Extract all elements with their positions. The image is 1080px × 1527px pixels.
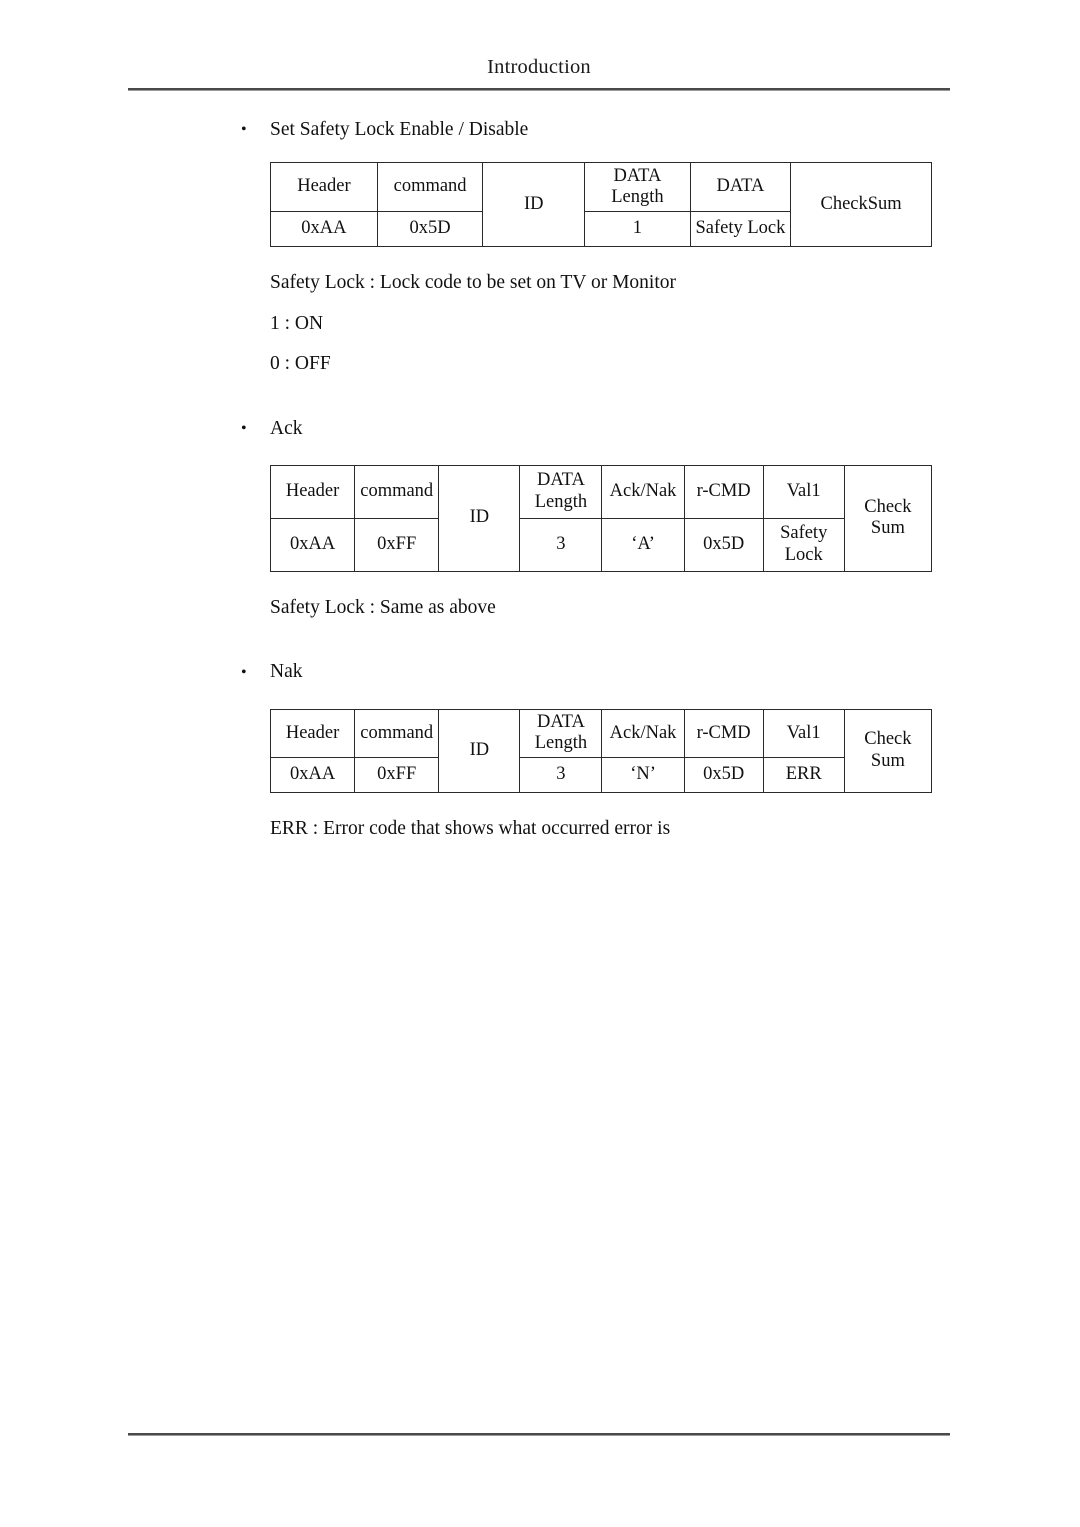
cell-val1-label: Val1: [762, 464, 845, 519]
bullet-label: Ack: [270, 417, 303, 439]
cell-ack-nak-label: Ack/Nak: [601, 464, 685, 519]
cell-header-label: Header: [269, 464, 356, 519]
bullet-icon: •: [241, 663, 247, 681]
note-safety-lock-same-as-above: Safety Lock : Same as above: [270, 596, 496, 618]
page-header: Introduction: [128, 56, 950, 91]
cell-data-length-label: DATA Length: [519, 464, 603, 519]
cell-rcmd-value: 0x5D: [683, 757, 764, 794]
bullet-icon: •: [241, 121, 247, 139]
cell-header-label: Header: [270, 162, 378, 213]
cell-val1-value: Safety Lock: [762, 517, 845, 572]
table-row: Header command ID DATA Length DATA Check…: [270, 162, 932, 248]
cell-header-label: Header: [269, 708, 356, 759]
cell-command-value: 0xFF: [354, 757, 440, 794]
cell-ack-nak-value: ‘N’: [601, 757, 685, 794]
bullet-label: Set Safety Lock Enable / Disable: [270, 119, 529, 140]
cell-header-value: 0xAA: [270, 211, 378, 248]
header-divider: [128, 87, 950, 91]
cell-header-value: 0xAA: [269, 517, 356, 572]
table-row: 0xAA 0xFF 3 ‘N’ 0x5D ERR: [269, 757, 932, 794]
cell-rcmd-value: 0x5D: [683, 517, 764, 572]
page-title: Introduction: [487, 56, 591, 78]
bullet-label: Nak: [270, 661, 303, 683]
cell-command-value: 0x5D: [376, 211, 484, 248]
note-value-on: 1 : ON: [270, 312, 324, 334]
cell-data-length-value: 3: [519, 757, 603, 794]
bullet-ack: • Ack: [0, 417, 1080, 441]
cell-checksum-label: Check Sum: [843, 708, 933, 794]
cell-id-label: ID: [438, 464, 521, 572]
cell-ack-nak-label: Ack/Nak: [601, 708, 685, 759]
cell-ack-nak-value: ‘A’: [601, 517, 685, 572]
table-row: Header command ID DATA Length Ack/Nak r-…: [269, 464, 933, 572]
footer-divider: [128, 1433, 950, 1436]
cell-data-length-value: 3: [519, 517, 603, 572]
cell-data-length-label: DATA Length: [584, 162, 691, 213]
cell-val1-label: Val1: [762, 708, 845, 759]
note-err-definition: ERR : Error code that shows what occurre…: [270, 818, 671, 840]
table-ack: Header command ID DATA Length Ack/Nak r-…: [269, 464, 933, 572]
cell-data-value: Safety Lock: [689, 211, 792, 248]
bullet-set-safety-lock: • Set Safety Lock Enable / Disable: [0, 118, 1080, 142]
bullet-nak: • Nak: [0, 660, 1080, 684]
cell-checksum-label: CheckSum: [790, 162, 932, 248]
cell-checksum-label: Check Sum: [843, 464, 933, 572]
cell-command-label: command: [354, 464, 440, 519]
cell-id-label: ID: [482, 162, 586, 248]
cell-data-length-label: DATA Length: [519, 708, 603, 759]
cell-id-label: ID: [438, 708, 521, 794]
table-nak: Header command ID DATA Length Ack/Nak r-…: [269, 708, 933, 794]
cell-data-length-value: 1: [584, 211, 691, 248]
table-row: Header command ID DATA Length Ack/Nak r-…: [269, 708, 933, 794]
cell-command-label: command: [354, 708, 440, 759]
table-row: 0xAA 0xFF 3 ‘A’ 0x5D Safety Lock: [269, 517, 932, 572]
page-content: • Set Safety Lock Enable / Disable Heade…: [0, 118, 1080, 842]
note-value-off: 0 : OFF: [270, 353, 331, 375]
bullet-icon: •: [241, 419, 247, 437]
cell-val1-value: ERR: [762, 757, 845, 794]
cell-command-value: 0xFF: [354, 517, 440, 572]
cell-command-label: command: [376, 162, 484, 213]
cell-data-label: DATA: [689, 162, 792, 213]
cell-rcmd-label: r-CMD: [683, 464, 764, 519]
cell-rcmd-label: r-CMD: [683, 708, 764, 759]
cell-header-value: 0xAA: [269, 757, 356, 794]
table-set-safety-lock: Header command ID DATA Length DATA Check…: [270, 162, 932, 248]
note-safety-lock-definition: Safety Lock : Lock code to be set on TV …: [270, 272, 676, 294]
document-page: Introduction • Set Safety Lock Enable / …: [0, 0, 1080, 1527]
